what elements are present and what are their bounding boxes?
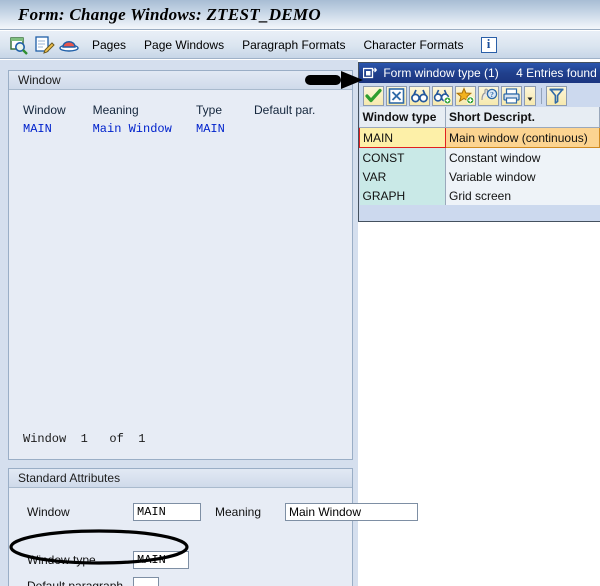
default-paragraph-field-label: Default paragraph [27,579,133,586]
cell-description[interactable]: Grid screen [446,186,600,205]
filter-button[interactable] [546,86,567,106]
cell-window[interactable]: MAIN [23,122,93,136]
window-type-input[interactable] [133,551,189,569]
print-button[interactable] [501,86,522,106]
cell-meaning[interactable]: Main Window [93,122,196,136]
menu-pages[interactable]: Pages [83,36,135,54]
personal-value-list-button[interactable]: ? [478,86,499,106]
value-table-body: MAIN Main window (continuous) CONST Cons… [360,128,600,206]
popup-title-text: Form window type (1) [383,66,498,80]
table-row[interactable]: CONST Constant window [360,148,600,168]
confirm-check-button[interactable] [363,86,384,106]
left-pane: Window Window Meaning Type Default par. … [0,60,358,586]
cell-window-type[interactable]: CONST [360,148,446,168]
cell-window-type[interactable]: MAIN [360,128,446,148]
col-header-window-type: Window type [360,107,446,128]
table-row[interactable]: GRAPH Grid screen [360,186,600,205]
window-titlebar: Form: Change Windows: ZTEST_DEMO [0,0,600,30]
window-group-box: Window Window Meaning Type Default par. … [8,70,353,460]
value-table-header-row: Window type Short Descript. [360,107,600,128]
menu-page-windows[interactable]: Page Windows [135,36,233,54]
add-favorite-button[interactable] [455,86,476,106]
table-row[interactable]: MAIN Main Window MAIN [23,119,341,138]
standard-attributes-body: Window Meaning Window type Default parag… [9,488,352,586]
form-window-type-popup: Form window type (1) 4 Entries found [358,62,600,222]
window-type-value-table: Window type Short Descript. MAIN Main wi… [359,107,600,205]
col-header-short-descript: Short Descript. [446,107,600,128]
col-header-default-par: Default par. [254,103,341,117]
default-paragraph-input[interactable] [133,577,159,586]
display-search-icon[interactable] [8,34,30,56]
meaning-input[interactable] [285,503,418,521]
cell-description[interactable]: Constant window [446,148,600,168]
col-header-window: Window [23,103,93,117]
table-row[interactable]: MAIN Main window (continuous) [360,128,600,148]
sap-form-painter-window: Form: Change Windows: ZTEST_DEMO [0,0,600,586]
popup-toolbar: ? [359,83,600,107]
window-pager: Window 1 of 1 [23,432,145,446]
menu-paragraph-formats[interactable]: Paragraph Formats [233,36,354,54]
application-toolbar: Pages Page Windows Paragraph Formats Cha… [0,31,600,59]
window-group-title: Window [9,71,352,90]
find-next-button[interactable] [432,86,453,106]
window-type-field-row: Window type [27,550,189,570]
popup-titlebar: Form window type (1) 4 Entries found [359,63,600,83]
col-header-meaning: Meaning [93,103,196,117]
default-paragraph-field-row: Default paragraph [27,576,159,586]
cell-description[interactable]: Variable window [446,167,600,186]
print-preview-hat-icon[interactable] [58,34,80,56]
edit-pencil-icon[interactable] [33,34,55,56]
popup-entries-found: 4 Entries found [502,66,597,80]
cell-description[interactable]: Main window (continuous) [446,128,600,148]
cancel-button[interactable] [386,86,407,106]
dialog-restore-icon [363,65,377,77]
cell-window-type[interactable]: GRAPH [360,186,446,205]
print-menu-button[interactable] [524,86,536,106]
info-icon[interactable] [481,37,497,53]
standard-attributes-title: Standard Attributes [9,469,352,488]
svg-text:?: ? [490,90,494,99]
window-field-label: Window [27,505,133,519]
window-type-field-label: Window type [27,553,133,567]
cell-type[interactable]: MAIN [196,122,254,136]
page-title: Form: Change Windows: ZTEST_DEMO [18,5,321,25]
menu-character-formats[interactable]: Character Formats [354,36,472,54]
window-input[interactable] [133,503,201,521]
window-field-row: Window Meaning [27,502,418,522]
window-table-header: Window Meaning Type Default par. [23,100,341,119]
col-header-type: Type [196,103,254,117]
toolbar-separator [541,88,542,104]
window-group-body: Window Meaning Type Default par. MAIN Ma… [9,90,352,459]
cell-window-type[interactable]: VAR [360,167,446,186]
standard-attributes-group-box: Standard Attributes Window Meaning Windo… [8,468,353,586]
table-row[interactable]: VAR Variable window [360,167,600,186]
meaning-field-label: Meaning [201,505,285,519]
find-button[interactable] [409,86,430,106]
window-table: Window Meaning Type Default par. MAIN Ma… [23,100,341,138]
